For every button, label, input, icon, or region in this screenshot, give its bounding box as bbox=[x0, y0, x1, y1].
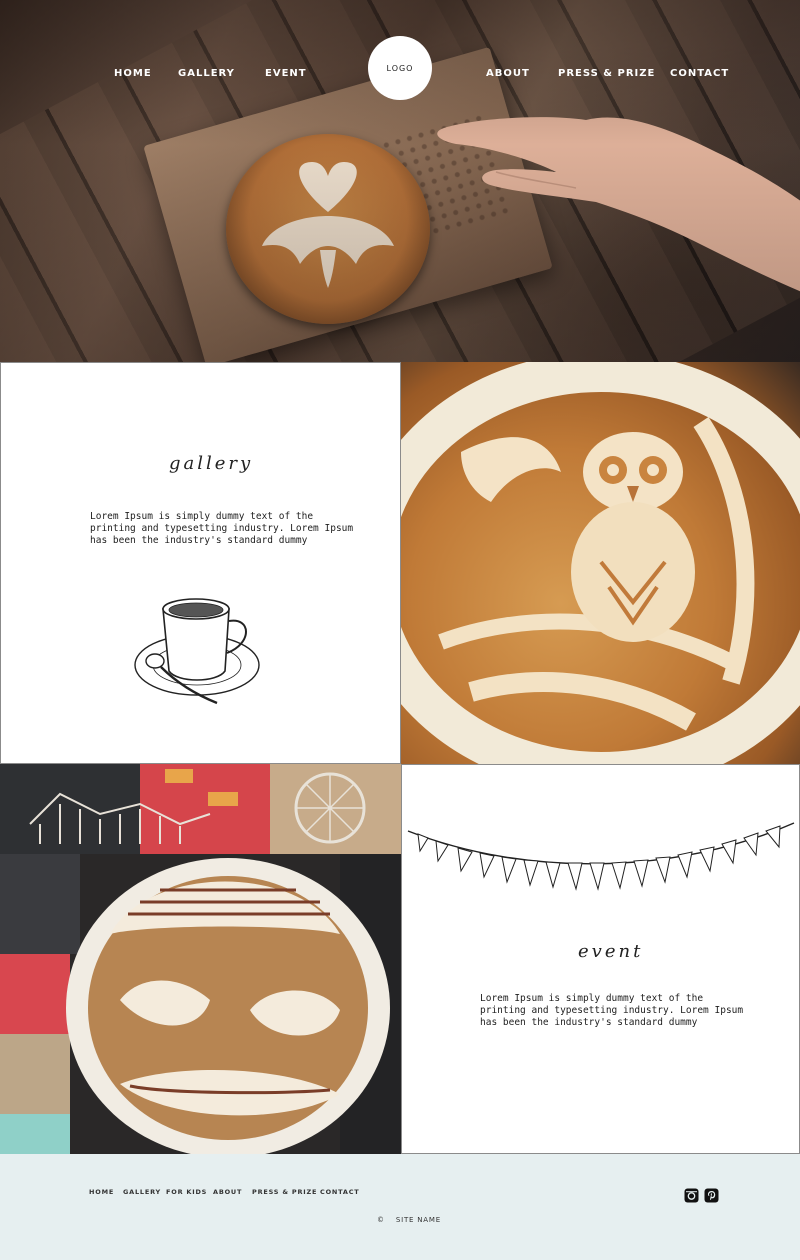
bunting-flags-icon bbox=[407, 822, 795, 891]
gallery-title: gallery bbox=[169, 453, 254, 474]
footer-link-about[interactable]: ABOUT bbox=[213, 1188, 242, 1196]
gallery-description: Lorem Ipsum is simply dummy text of the … bbox=[90, 511, 353, 547]
event-description: Lorem Ipsum is simply dummy text of the … bbox=[480, 993, 743, 1029]
instagram-icon[interactable] bbox=[684, 1188, 699, 1203]
event-line-2: printing and typesetting industry. Lorem… bbox=[480, 1005, 744, 1016]
event-section: event Lorem Ipsum is simply dummy text o… bbox=[401, 764, 800, 1154]
copyright-line: © SITE NAME bbox=[377, 1216, 441, 1224]
gallery-line-2: printing and typesetting industry. Lorem… bbox=[90, 523, 354, 534]
footer-link-for-kids[interactable]: FOR KIDS bbox=[166, 1188, 207, 1196]
nav-press-prize[interactable]: PRESS & PRIZE bbox=[558, 68, 655, 79]
gallery-section: gallery Lorem Ipsum is simply dummy text… bbox=[0, 362, 401, 764]
nav-home[interactable]: HOME bbox=[114, 68, 152, 79]
footer-link-press-prize[interactable]: PRESS & PRIZE bbox=[252, 1188, 317, 1196]
copyright-symbol: © bbox=[377, 1216, 385, 1224]
nav-contact[interactable]: CONTACT bbox=[670, 68, 729, 79]
gallery-line-3: has been the industry's standard dummy bbox=[90, 535, 308, 546]
event-line-1: Lorem Ipsum is simply dummy text of the bbox=[480, 993, 704, 1004]
owl-latte-art bbox=[401, 362, 800, 764]
gallery-line-1: Lorem Ipsum is simply dummy text of the bbox=[90, 511, 314, 522]
nav-about[interactable]: ABOUT bbox=[486, 68, 530, 79]
nav-gallery[interactable]: GALLERY bbox=[178, 68, 235, 79]
footer-link-contact[interactable]: CONTACT bbox=[320, 1188, 360, 1196]
hero-banner: HOME GALLERY EVENT LOGO ABOUT PRESS & PR… bbox=[0, 0, 800, 362]
footer-link-home[interactable]: HOME bbox=[89, 1188, 114, 1196]
carousel-latte-art bbox=[0, 764, 401, 1154]
site-name[interactable]: SITE NAME bbox=[396, 1216, 441, 1224]
logo[interactable]: LOGO bbox=[368, 36, 432, 100]
nav-event[interactable]: EVENT bbox=[265, 68, 307, 79]
pinterest-icon[interactable] bbox=[704, 1188, 719, 1203]
event-title: event bbox=[578, 941, 644, 962]
coffee-cup-sketch-icon bbox=[134, 598, 260, 705]
carousel-latte-image bbox=[0, 764, 401, 1154]
site-footer: HOME GALLERY FOR KIDS ABOUT PRESS & PRIZ… bbox=[0, 1154, 800, 1260]
footer-link-gallery[interactable]: GALLERY bbox=[123, 1188, 161, 1196]
event-line-3: has been the industry's standard dummy bbox=[480, 1017, 698, 1028]
owl-latte-image bbox=[401, 362, 800, 764]
